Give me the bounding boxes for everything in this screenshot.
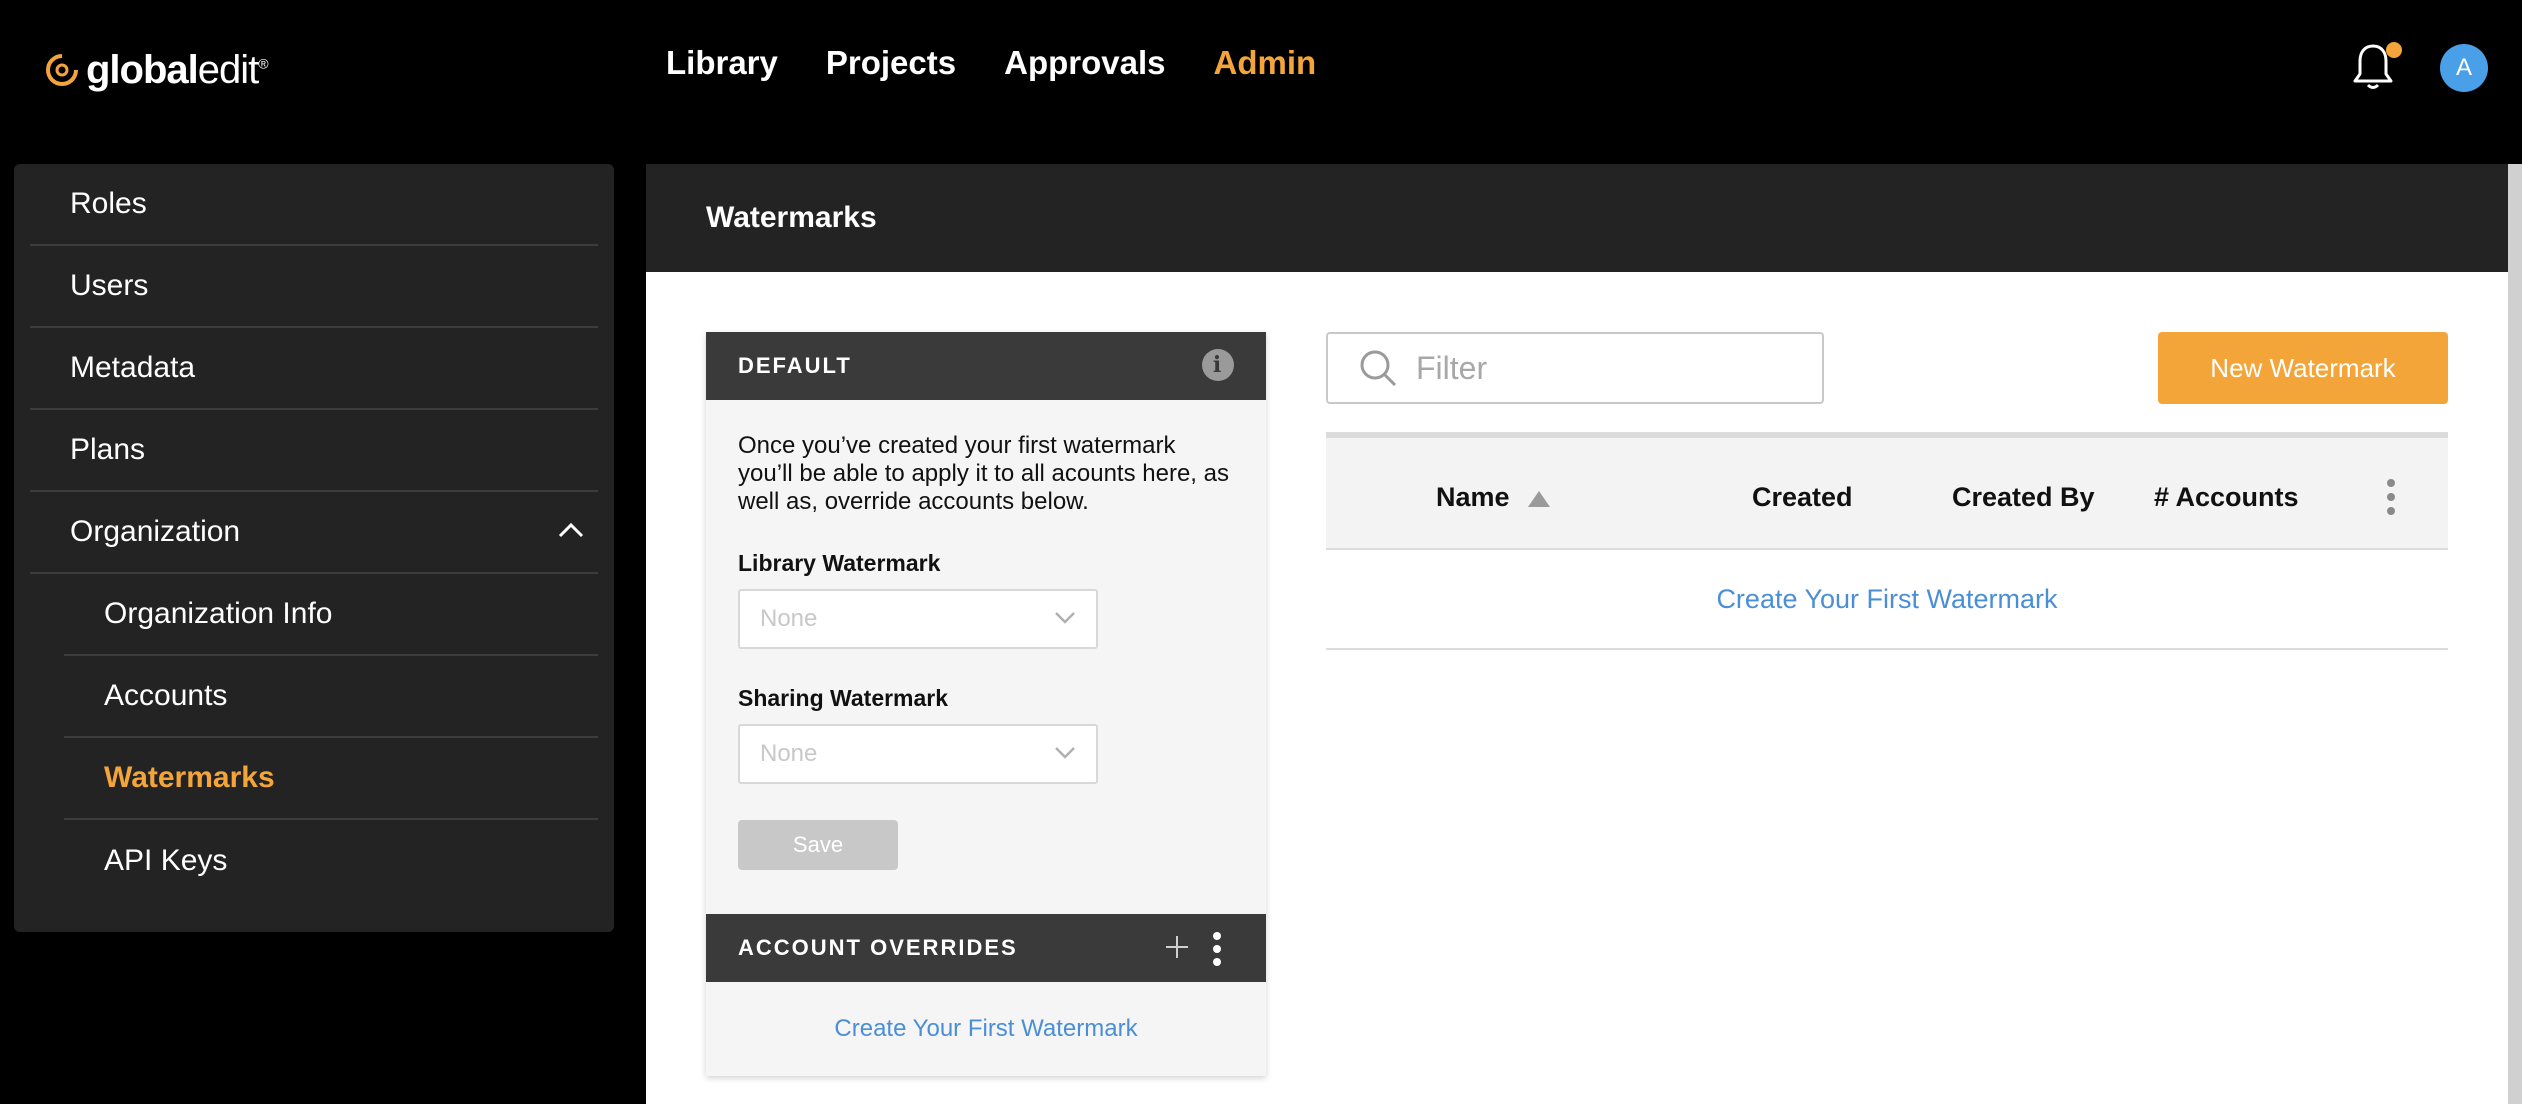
nav-projects[interactable]: Projects	[826, 44, 956, 82]
sidebar-item-plans[interactable]: Plans	[30, 410, 598, 492]
filter-input[interactable]	[1416, 349, 1796, 387]
watermarks-table: Name Created Created By # Accounts Creat…	[1326, 432, 2448, 650]
sidebar-item-label: Users	[70, 269, 149, 302]
create-first-watermark-link[interactable]: Create Your First Watermark	[706, 982, 1266, 1076]
default-watermark-card: DEFAULT i Once you’ve created your first…	[706, 332, 1266, 1076]
chevron-down-icon	[1055, 612, 1075, 624]
logo-text: globaledit®	[86, 47, 269, 92]
sidebar-item-organization[interactable]: Organization	[30, 492, 598, 574]
empty-table-create-link[interactable]: Create Your First Watermark	[1326, 550, 2448, 650]
default-card-header: DEFAULT i	[706, 332, 1266, 400]
sort-ascending-icon	[1527, 490, 1550, 507]
logo-mark-icon	[46, 53, 79, 86]
page-title: Watermarks	[646, 164, 2508, 272]
avatar[interactable]: A	[2440, 44, 2488, 92]
filter-input-wrapper	[1326, 332, 1824, 404]
plus-icon[interactable]	[1164, 934, 1190, 960]
more-options-icon[interactable]	[1212, 932, 1222, 966]
account-overrides-header: ACCOUNT OVERRIDES	[706, 914, 1266, 982]
sidebar-item-label: Organization	[70, 515, 241, 548]
sharing-watermark-select[interactable]: None	[738, 724, 1098, 784]
chevron-down-icon	[1055, 747, 1075, 759]
chevron-up-icon[interactable]	[558, 522, 584, 538]
sidebar-item-accounts[interactable]: Accounts	[64, 656, 598, 738]
library-watermark-label: Library Watermark	[738, 550, 941, 576]
sidebar-item-organization-info[interactable]: Organization Info	[64, 574, 598, 656]
notification-badge	[2386, 42, 2402, 58]
sidebar-item-label: Metadata	[70, 351, 196, 384]
sidebar-item-watermarks[interactable]: Watermarks	[64, 738, 598, 820]
sidebar-item-metadata[interactable]: Metadata	[30, 328, 598, 410]
library-watermark-value: None	[760, 605, 818, 632]
save-button[interactable]: Save	[738, 820, 898, 870]
sidebar-item-users[interactable]: Users	[30, 246, 598, 328]
top-navigation-bar: globaledit® Library Projects Approvals A…	[0, 0, 2522, 140]
sidebar-item-label: Accounts	[104, 679, 228, 712]
sidebar-item-roles[interactable]: Roles	[30, 164, 598, 246]
sidebar-item-label: Watermarks	[104, 761, 275, 794]
sidebar-item-api-keys[interactable]: API Keys	[64, 820, 598, 902]
account-overrides-title: ACCOUNT OVERRIDES	[738, 935, 1018, 960]
column-created-header[interactable]: Created	[1752, 482, 1853, 513]
default-card-description: Once you’ve created your first watermark…	[738, 432, 1229, 515]
main-nav: Library Projects Approvals Admin	[666, 44, 1316, 82]
column-name-header[interactable]: Name	[1436, 482, 1550, 513]
search-icon	[1360, 350, 1397, 387]
sidebar-item-label: Organization Info	[104, 597, 333, 630]
column-created-by-header[interactable]: Created By	[1952, 482, 2095, 513]
info-icon[interactable]: i	[1202, 349, 1234, 381]
nav-approvals[interactable]: Approvals	[1004, 44, 1165, 82]
table-header: Name Created Created By # Accounts	[1326, 432, 2448, 550]
default-card-title: DEFAULT	[738, 353, 852, 378]
nav-admin[interactable]: Admin	[1213, 44, 1316, 82]
new-watermark-button[interactable]: New Watermark	[2158, 332, 2448, 404]
sharing-watermark-label: Sharing Watermark	[738, 685, 949, 711]
nav-library[interactable]: Library	[666, 44, 778, 82]
table-options-icon[interactable]	[2386, 478, 2396, 516]
column-accounts-header[interactable]: # Accounts	[2154, 482, 2299, 513]
sharing-watermark-value: None	[760, 740, 818, 767]
scrollbar[interactable]	[2508, 164, 2522, 1104]
sidebar-item-label: Plans	[70, 433, 146, 466]
library-watermark-select[interactable]: None	[738, 589, 1098, 649]
sidebar-item-label: Roles	[70, 187, 147, 220]
sidebar-item-label: API Keys	[104, 844, 228, 877]
globaledit-logo[interactable]: globaledit®	[44, 40, 269, 100]
main-panel: Watermarks DEFAULT i Once you’ve created…	[646, 164, 2522, 1104]
admin-sidebar: Roles Users Metadata Plans Organization …	[14, 164, 614, 932]
